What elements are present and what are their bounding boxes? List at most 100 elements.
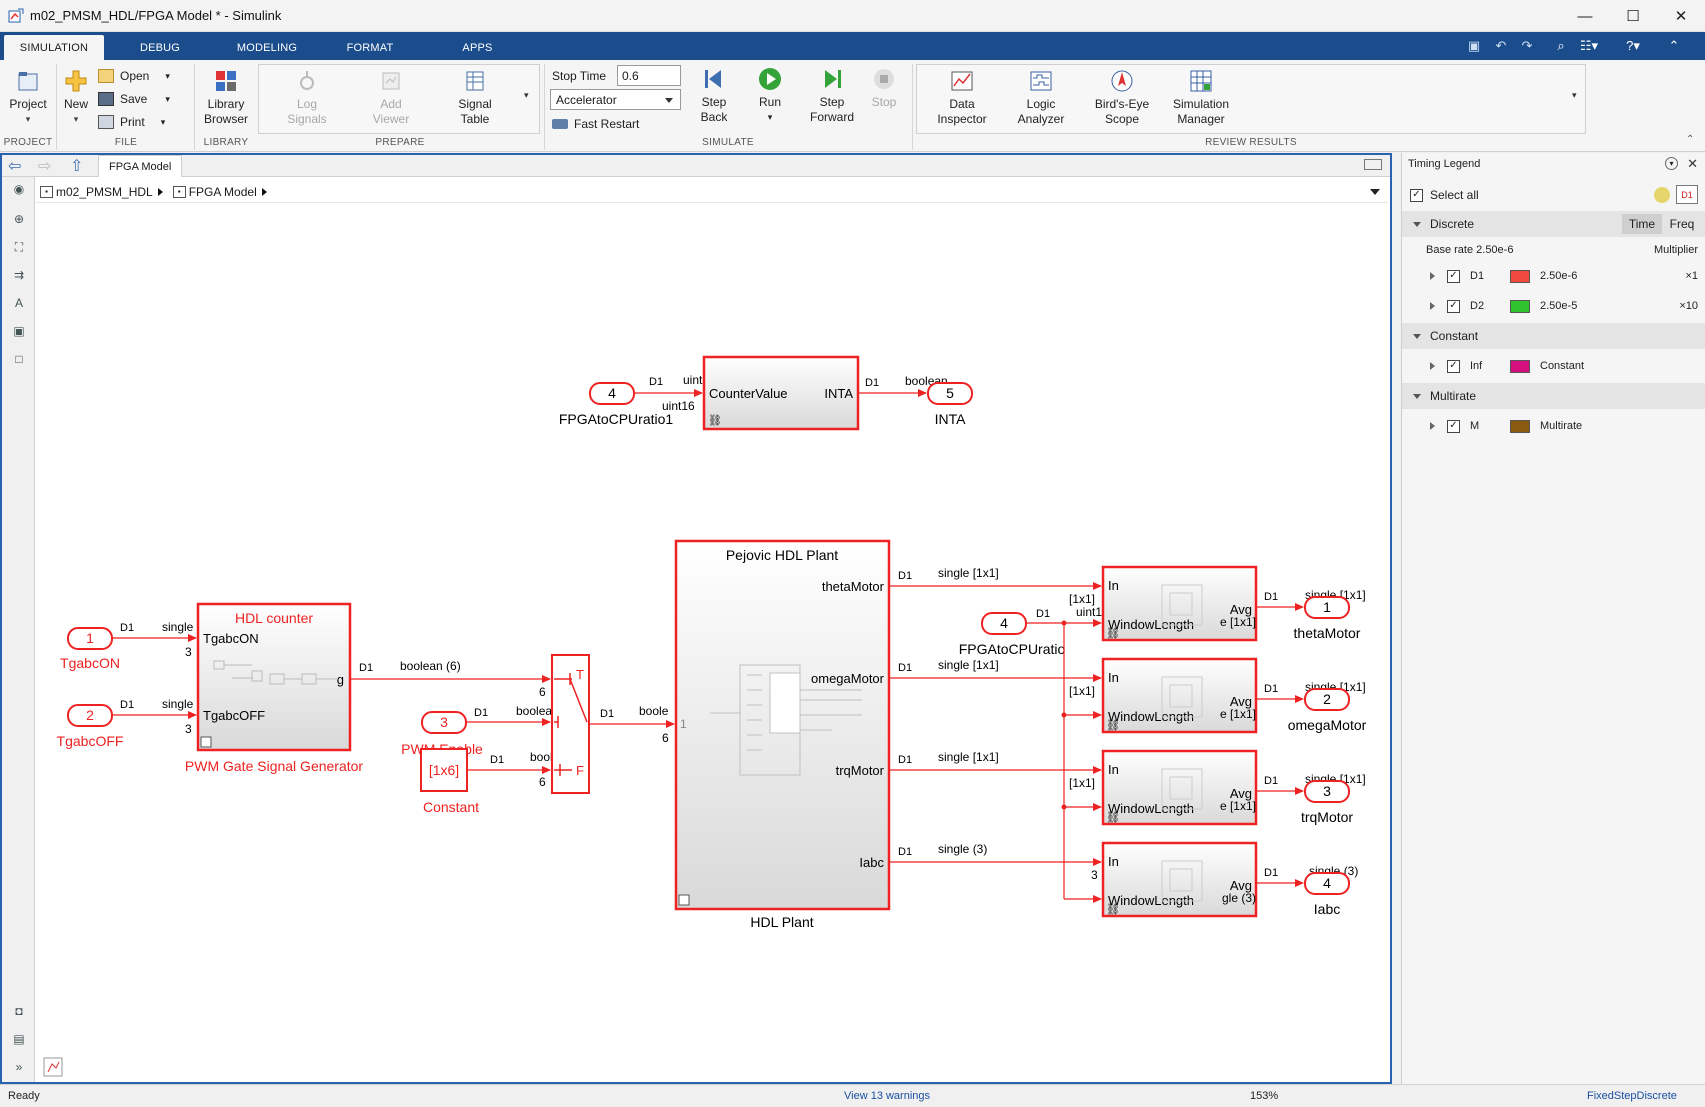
- rate-label: D1: [1264, 867, 1278, 879]
- close-button[interactable]: ✕: [1657, 0, 1705, 32]
- tab-fpga-model[interactable]: FPGA Model: [98, 155, 183, 177]
- view-warnings-link[interactable]: View 13 warnings: [844, 1090, 930, 1102]
- birds-eye-scope-button[interactable]: Bird's-Eye Scope: [1090, 68, 1154, 127]
- simulation-mode-dropdown[interactable]: Accelerator: [550, 89, 681, 110]
- step-forward-button[interactable]: Step Forward: [804, 66, 860, 125]
- fit-to-view-icon[interactable]: ⛶: [11, 239, 27, 255]
- collapse-ribbon-arrow-icon[interactable]: ⌃: [1686, 134, 1694, 145]
- annotation-icon[interactable]: A: [11, 295, 27, 311]
- legend-row-multirate[interactable]: ✓ M Multirate: [1402, 413, 1705, 439]
- search-icon[interactable]: ⌕: [1552, 37, 1570, 55]
- multirate-section[interactable]: Multirate: [1402, 383, 1705, 409]
- redo-icon[interactable]: ↷: [1518, 37, 1536, 55]
- rate-label: D1: [1036, 608, 1050, 620]
- editor-toolbar: ⇦ ⇨ ⇧ FPGA Model: [2, 155, 1390, 177]
- m-checkbox[interactable]: ✓: [1447, 419, 1460, 433]
- folder-icon: [98, 69, 114, 83]
- fast-restart-toggle[interactable]: Fast Restart: [552, 114, 639, 134]
- tab-modeling[interactable]: MODELING: [222, 35, 312, 60]
- export-legend-icon[interactable]: D1: [1676, 185, 1698, 204]
- image-icon[interactable]: ▣: [11, 323, 27, 339]
- signal-table-button[interactable]: Signal Table: [450, 68, 500, 127]
- model-advisor-badge[interactable]: [43, 1057, 63, 1077]
- keyboard-icon[interactable]: [1364, 159, 1382, 170]
- project-button[interactable]: Project ▾: [6, 68, 50, 127]
- d1-checkbox[interactable]: ✓: [1447, 269, 1460, 283]
- inf-checkbox[interactable]: ✓: [1447, 359, 1460, 373]
- print-button[interactable]: Print ▾: [98, 112, 165, 132]
- expand-icon: [1413, 221, 1421, 227]
- discrete-section[interactable]: Discrete Time Freq: [1402, 211, 1705, 237]
- log-signals-button[interactable]: Log Signals: [282, 68, 332, 127]
- highlight-icon[interactable]: [1654, 187, 1670, 203]
- breadcrumb-item-root[interactable]: ▪ m02_PMSM_HDL: [40, 185, 153, 199]
- select-all-row[interactable]: ✓ Select all D1: [1402, 183, 1705, 207]
- run-button[interactable]: Run ▾: [748, 66, 792, 125]
- maximize-button[interactable]: ☐: [1609, 0, 1657, 32]
- tab-format[interactable]: FORMAT: [330, 35, 410, 60]
- review-gallery-expand-icon[interactable]: ▾: [1572, 90, 1577, 101]
- new-button[interactable]: New ▾: [60, 68, 92, 127]
- solver-link[interactable]: FixedStepDiscrete: [1587, 1090, 1677, 1102]
- camera-icon[interactable]: ◘: [11, 1003, 27, 1019]
- breadcrumb-dropdown-icon[interactable]: [1370, 189, 1380, 195]
- window-title: m02_PMSM_HDL/FPGA Model * - Simulink: [30, 8, 282, 23]
- back-arrow-icon[interactable]: ⇦: [8, 156, 21, 176]
- constant-section[interactable]: Constant: [1402, 323, 1705, 349]
- help-icon[interactable]: ?▾: [1620, 37, 1646, 55]
- hide-browser-icon[interactable]: ◉: [11, 181, 27, 197]
- prepare-gallery-expand-icon[interactable]: ▾: [524, 90, 529, 101]
- step-back-button[interactable]: Step Back: [690, 66, 738, 125]
- logic-analyzer-button[interactable]: Logic Analyzer: [1010, 68, 1072, 127]
- avg-in-port: In: [1108, 670, 1119, 685]
- stop-button[interactable]: Stop: [866, 66, 902, 110]
- community-icon[interactable]: ☷▾: [1578, 37, 1600, 55]
- open-button[interactable]: Open ▾: [98, 66, 170, 86]
- stop-time-label: Stop Time: [552, 69, 607, 83]
- type-label: single [1x1]: [938, 566, 999, 580]
- run-play-icon: [757, 66, 783, 92]
- expand-icon: [1430, 302, 1435, 310]
- panel-menu-icon[interactable]: ▾: [1665, 157, 1678, 170]
- expand-icon: [1413, 333, 1421, 339]
- legend-row-d1[interactable]: ✓ D1 2.50e-6 ×1: [1402, 263, 1705, 289]
- type-label: single: [162, 620, 194, 634]
- dimension-label: [1x1]: [1069, 684, 1095, 698]
- avg-block-4[interactable]: In WindowLength Avg 3 ⛓: [1091, 841, 1258, 918]
- undo-icon[interactable]: ↶: [1492, 37, 1510, 55]
- tab-simulation[interactable]: SIMULATION: [4, 35, 104, 60]
- minimize-button[interactable]: —: [1561, 0, 1609, 32]
- stop-time-input[interactable]: 0.6: [617, 65, 681, 86]
- stop-icon: [871, 66, 897, 92]
- data-inspector-button[interactable]: Data Inspector: [932, 68, 992, 127]
- time-toggle[interactable]: Time: [1622, 214, 1662, 234]
- diagram-canvas[interactable]: 4 FPGAtoCPUratio1 D1 uint16 uint16 Count…: [36, 203, 1388, 1080]
- zoom-icon[interactable]: ⊕: [11, 211, 27, 227]
- tab-apps[interactable]: APPS: [440, 35, 515, 60]
- collapse-ribbon-icon[interactable]: ⌃: [1665, 37, 1683, 55]
- base-rate-row: Base rate 2.50e-6 Multiplier: [1426, 244, 1698, 256]
- tab-debug[interactable]: DEBUG: [120, 35, 200, 60]
- add-viewer-button[interactable]: Add Viewer: [366, 68, 416, 127]
- save-quick-icon[interactable]: ▣: [1466, 37, 1482, 55]
- forward-arrow-icon[interactable]: ⇨: [38, 156, 51, 176]
- library-browser-button[interactable]: Library Browser: [198, 68, 254, 127]
- save-button[interactable]: Save ▾: [98, 89, 170, 109]
- simulation-manager-button[interactable]: Simulation Manager: [1166, 68, 1236, 127]
- select-all-checkbox[interactable]: ✓: [1410, 188, 1423, 202]
- block-port-label: trqMotor: [836, 763, 885, 778]
- freq-toggle[interactable]: Freq: [1662, 214, 1702, 234]
- d2-checkbox[interactable]: ✓: [1447, 299, 1460, 313]
- inport-name: TgabcON: [60, 655, 120, 671]
- legend-row-inf[interactable]: ✓ Inf Constant: [1402, 353, 1705, 379]
- up-to-parent-icon[interactable]: ⇧: [70, 156, 83, 176]
- model-browser-icon[interactable]: ▤: [11, 1031, 27, 1047]
- inport-name: FPGAtoCPUratio1: [559, 411, 674, 427]
- close-panel-icon[interactable]: ✕: [1687, 156, 1698, 172]
- expand-toolbar-icon[interactable]: »: [11, 1059, 27, 1075]
- link-icon: ⛓: [708, 414, 722, 427]
- breadcrumb-item-fpga[interactable]: ▪ FPGA Model: [172, 185, 257, 199]
- signal-arrows-icon[interactable]: ⇉: [11, 267, 27, 283]
- legend-row-d2[interactable]: ✓ D2 2.50e-5 ×10: [1402, 293, 1705, 319]
- area-icon[interactable]: □: [11, 351, 27, 367]
